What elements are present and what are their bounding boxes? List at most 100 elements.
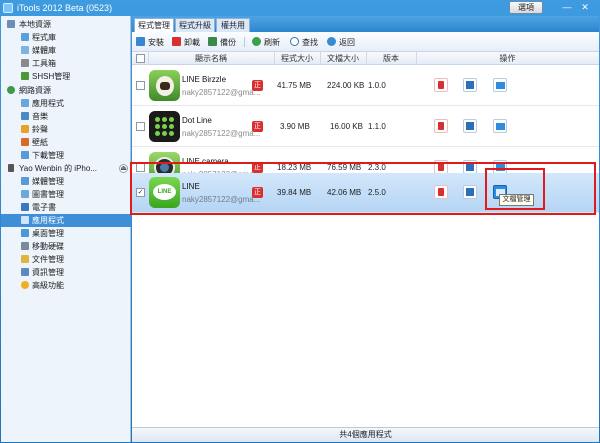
sidebar-item-online-apps[interactable]: 應用程式 (1, 97, 131, 110)
title-bar: iTools 2012 Beta (0523) 選項 — ✕ (0, 0, 600, 16)
sidebar-section-label: Yao Wenbin 的 iPho... (19, 164, 97, 173)
sidebar-item-app-library[interactable]: 程式庫 (1, 31, 131, 44)
sidebar-item-music[interactable]: 音樂 (1, 110, 131, 123)
save-icon[interactable] (463, 119, 477, 133)
sidebar-item-label: 下載管理 (32, 151, 64, 160)
uninstall-icon (172, 37, 181, 46)
app-author: naky2857122@gma... (182, 88, 261, 97)
download-icon (21, 151, 29, 159)
backup-icon (208, 37, 217, 46)
app-version: 1.0.0 (368, 81, 386, 90)
select-all-checkbox[interactable] (136, 54, 145, 63)
desktop-icon (21, 229, 29, 237)
sidebar-item-label: 圖書管理 (32, 190, 64, 199)
sidebar-item-photo-manage[interactable]: 圖書管理 (1, 188, 131, 201)
disk-icon (21, 242, 29, 250)
folder-icon[interactable] (493, 78, 507, 92)
save-icon[interactable] (463, 78, 477, 92)
sidebar-item-toolbox[interactable]: 工具箱 (1, 57, 131, 70)
table-row[interactable]: Dot Line naky2857122@gma... 正 3.90 MB 16… (132, 107, 599, 147)
table-header: 顯示名稱 程式大小 文檔大小 版本 操作 (132, 52, 599, 65)
folder-icon[interactable] (493, 119, 507, 133)
doc-size: 16.00 KB (330, 122, 363, 131)
app-size: 41.75 MB (277, 81, 312, 90)
sidebar-section-online[interactable]: 網路資源 (1, 84, 131, 97)
sidebar-item-label: 文件管理 (32, 255, 64, 264)
column-app-size[interactable]: 程式大小 (274, 53, 320, 64)
sidebar-item-media-manage[interactable]: 媒體管理 (1, 175, 131, 188)
sidebar: 本地資源 程式庫 媒體庫 工具箱 SHSH管理 網路資源 應用程式 音樂 鈴聲 … (1, 16, 131, 442)
app-name: LINE Birzzle (182, 75, 227, 84)
sidebar-item-label: 媒體管理 (32, 177, 64, 186)
iphone-icon (8, 164, 14, 172)
options-button[interactable]: 選項 (509, 1, 543, 14)
tab-app-upgrade[interactable]: 程式升級 (175, 18, 215, 32)
genuine-badge: 正 (252, 121, 263, 132)
sidebar-item-info-manage[interactable]: 資訊管理 (1, 266, 131, 279)
sidebar-item-label: 高級功能 (32, 281, 64, 290)
sidebar-item-ringtones[interactable]: 鈴聲 (1, 123, 131, 136)
sidebar-item-desktop-manage[interactable]: 桌面管理 (1, 227, 131, 240)
sidebar-item-media-library[interactable]: 媒體庫 (1, 44, 131, 57)
folder-icon (21, 255, 29, 263)
delete-icon[interactable] (434, 78, 448, 92)
install-icon (136, 37, 145, 46)
wallpaper-icon (21, 138, 29, 146)
sidebar-item-label: 音樂 (32, 112, 48, 121)
computer-icon (7, 20, 15, 28)
media-library-icon (21, 46, 29, 54)
apps-icon (21, 99, 29, 107)
sidebar-section-local[interactable]: 本地資源 (1, 18, 131, 31)
sidebar-item-downloads[interactable]: 下載管理 (1, 149, 131, 162)
back-icon (327, 37, 336, 46)
toolbar: 安裝 卸載 備份 刷新 查找 返回 (132, 32, 599, 52)
sidebar-section-device[interactable]: Yao Wenbin 的 iPho... ⏏ (1, 162, 131, 175)
sidebar-item-mobile-disk[interactable]: 移動硬碟 (1, 240, 131, 253)
sidebar-item-wallpapers[interactable]: 壁紙 (1, 136, 131, 149)
app-logo-icon (3, 3, 13, 13)
sidebar-item-label: 鈴聲 (32, 125, 48, 134)
sidebar-item-advanced[interactable]: 高級功能 (1, 279, 131, 292)
app-library-icon (21, 33, 29, 41)
sidebar-item-label: 應用程式 (32, 216, 64, 225)
tooltip: 文檔管理 (499, 194, 534, 206)
sidebar-item-label: SHSH管理 (32, 72, 71, 81)
close-button[interactable]: ✕ (579, 2, 591, 14)
row-checkbox[interactable] (136, 122, 145, 131)
sidebar-item-device-apps[interactable]: 應用程式 (1, 214, 131, 227)
sidebar-item-label: 媒體庫 (32, 46, 56, 55)
genuine-badge: 正 (252, 80, 263, 91)
toolbar-divider (244, 37, 245, 47)
sidebar-item-file-manage[interactable]: 文件管理 (1, 253, 131, 266)
tab-share[interactable]: 權共用 (216, 18, 250, 32)
column-display-name[interactable]: 顯示名稱 (148, 53, 274, 64)
minimize-button[interactable]: — (561, 2, 573, 14)
backup-label: 備份 (220, 38, 236, 47)
app-author: naky2857122@gma... (182, 129, 261, 138)
app-window: iTools 2012 Beta (0523) 選項 — ✕ 本地資源 程式庫 … (0, 0, 600, 443)
install-label: 安裝 (148, 38, 164, 47)
sidebar-section-label: 本地資源 (19, 20, 51, 29)
eject-icon[interactable]: ⏏ (119, 164, 128, 173)
sidebar-item-label: 桌面管理 (32, 229, 64, 238)
toolbox-icon (21, 59, 29, 67)
sidebar-item-label: 壁紙 (32, 138, 48, 147)
star-icon (21, 281, 29, 289)
row-checkbox[interactable] (136, 81, 145, 90)
column-version[interactable]: 版本 (366, 53, 416, 64)
main-panel: 程式管理 程式升級 權共用 安裝 卸載 備份 刷新 查找 返回 顯示名稱 程式大… (132, 16, 599, 442)
column-doc-size[interactable]: 文檔大小 (320, 53, 366, 64)
sidebar-item-label: 應用程式 (32, 99, 64, 108)
music-icon (21, 112, 29, 120)
tab-bar: 程式管理 程式升級 權共用 (132, 16, 599, 32)
tab-app-manage[interactable]: 程式管理 (134, 18, 174, 32)
refresh-label: 刷新 (264, 38, 280, 47)
search-icon (290, 37, 299, 46)
table-row[interactable]: LINE Birzzle naky2857122@gma... 正 41.75 … (132, 66, 599, 106)
sidebar-item-shsh[interactable]: SHSH管理 (1, 70, 131, 83)
delete-icon[interactable] (434, 119, 448, 133)
sidebar-item-ebooks[interactable]: 電子書 (1, 201, 131, 214)
refresh-icon (252, 37, 261, 46)
bell-icon (21, 125, 29, 133)
line-birzzle-app-icon (149, 70, 180, 101)
